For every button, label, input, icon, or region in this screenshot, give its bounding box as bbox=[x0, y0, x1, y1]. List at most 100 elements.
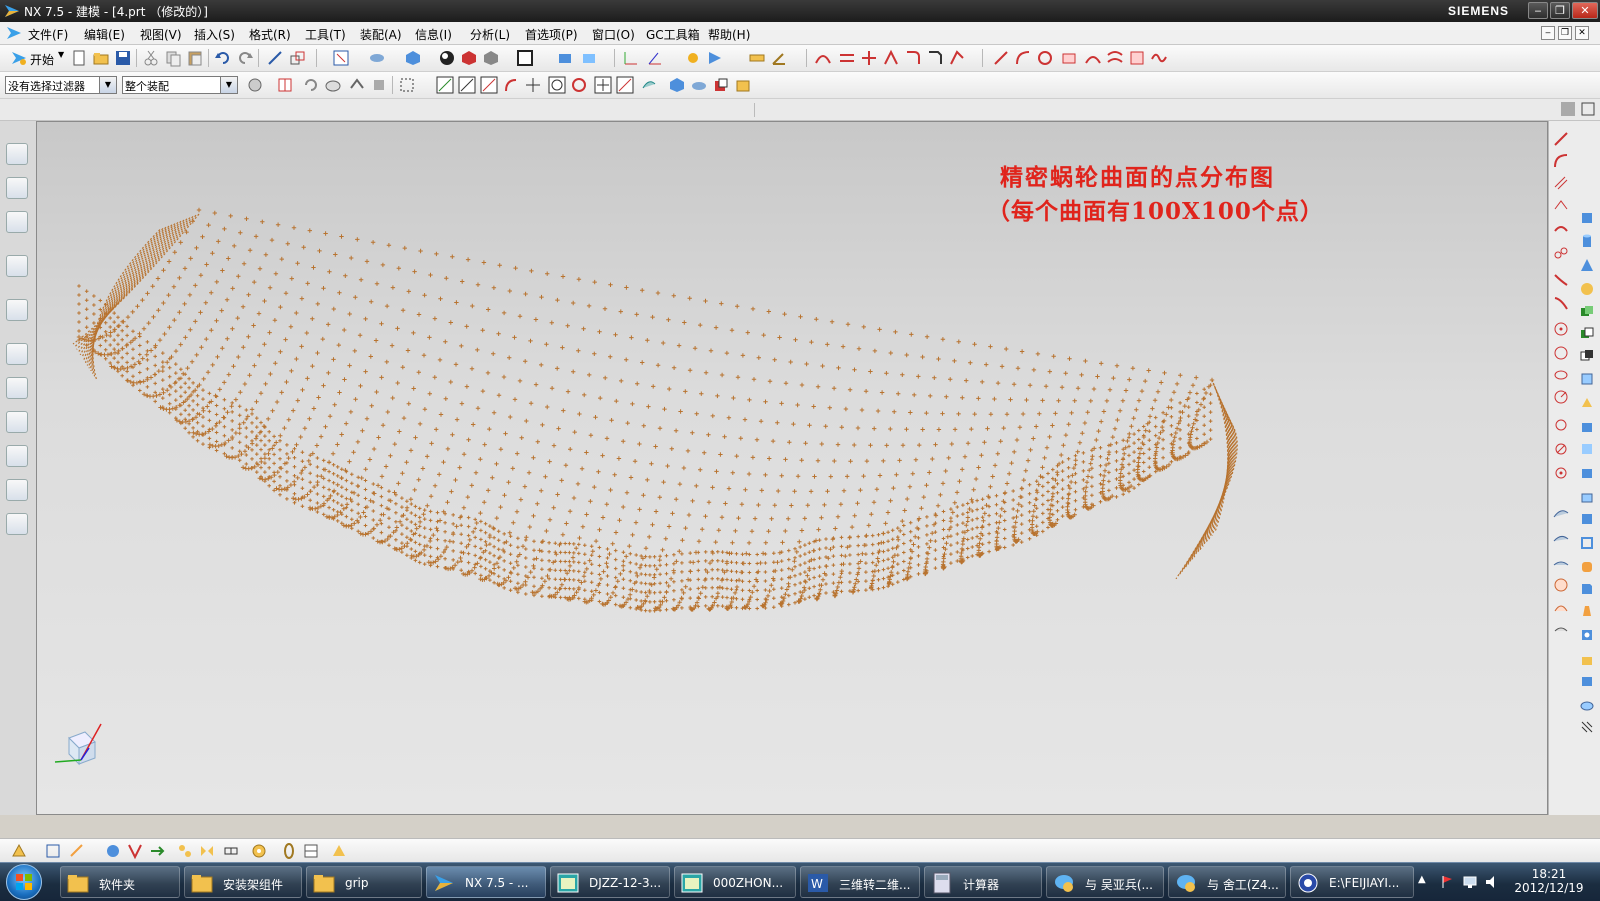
point-tool-icon[interactable] bbox=[1553, 321, 1569, 337]
select-component-icon[interactable] bbox=[370, 76, 388, 94]
mirror-icon[interactable] bbox=[198, 842, 216, 860]
line-icon[interactable] bbox=[992, 49, 1010, 67]
open-folder-icon[interactable] bbox=[92, 49, 110, 67]
move-layer-icon[interactable] bbox=[580, 49, 598, 67]
cone-icon[interactable] bbox=[1579, 257, 1595, 273]
arrow-point-icon[interactable] bbox=[706, 49, 724, 67]
component-icon[interactable] bbox=[668, 76, 686, 94]
snap-endpoint-icon[interactable] bbox=[436, 76, 454, 94]
boolean-intersect-icon[interactable] bbox=[1579, 347, 1595, 363]
rectangle-select-icon[interactable] bbox=[398, 76, 416, 94]
ellipse-icon[interactable] bbox=[1553, 367, 1569, 383]
snap-toggle-icon[interactable] bbox=[10, 842, 28, 860]
menu-window[interactable]: 窗口(O) bbox=[592, 26, 635, 43]
taskbar-button[interactable]: 软件夹 bbox=[60, 866, 180, 898]
gear-icon[interactable] bbox=[250, 842, 268, 860]
groove-icon[interactable] bbox=[1579, 697, 1595, 713]
offset-face-icon[interactable] bbox=[1579, 419, 1595, 435]
taskbar-button[interactable]: DJZZ-12-3... bbox=[550, 866, 670, 898]
box-display-icon[interactable] bbox=[482, 49, 500, 67]
trim-curve-icon[interactable] bbox=[838, 49, 856, 67]
menu-view[interactable]: 视图(V) bbox=[140, 26, 182, 43]
law-curve-icon[interactable] bbox=[1553, 295, 1569, 311]
worm-gear-point-cloud[interactable] bbox=[37, 122, 1547, 814]
helix-icon[interactable] bbox=[1553, 271, 1569, 287]
history-icon[interactable] bbox=[6, 343, 28, 365]
pattern-icon[interactable] bbox=[176, 842, 194, 860]
menu-information[interactable]: 信息(I) bbox=[415, 26, 452, 43]
arc-icon[interactable] bbox=[1014, 49, 1032, 67]
snap-midpoint-icon[interactable] bbox=[480, 76, 498, 94]
graphics-window[interactable]: 精密蜗轮曲面的点分布图 （每个曲面有100X100个点） bbox=[36, 121, 1548, 815]
menu-analysis[interactable]: 分析(L) bbox=[470, 26, 510, 43]
trim-body-icon[interactable] bbox=[1579, 465, 1595, 481]
new-file-icon[interactable] bbox=[70, 49, 88, 67]
taskbar-button[interactable]: W 三维转二维... bbox=[800, 866, 920, 898]
surface-tool-icon[interactable] bbox=[1553, 505, 1569, 521]
undo-icon[interactable] bbox=[214, 49, 232, 67]
assembly-icon[interactable] bbox=[690, 76, 708, 94]
measure-angle-icon[interactable] bbox=[770, 49, 788, 67]
fit-view-icon[interactable] bbox=[332, 49, 350, 67]
scale-body-icon[interactable] bbox=[1579, 441, 1595, 457]
start-dropdown-icon[interactable]: ▼ bbox=[58, 50, 64, 59]
block-icon[interactable] bbox=[1579, 209, 1595, 225]
emboss-icon[interactable] bbox=[1579, 395, 1595, 411]
doc-close-button[interactable]: ✕ bbox=[1575, 26, 1589, 40]
shaded-icon[interactable] bbox=[438, 49, 456, 67]
spline-icon[interactable] bbox=[1150, 49, 1168, 67]
project-curve-icon[interactable] bbox=[1553, 221, 1569, 237]
chamfer-icon[interactable] bbox=[1579, 581, 1595, 597]
extrude-icon[interactable] bbox=[1060, 49, 1078, 67]
roles-icon[interactable] bbox=[6, 479, 28, 501]
system-clock[interactable]: 18:21 2012/12/19 bbox=[1504, 867, 1594, 895]
chamfer-curve-icon[interactable] bbox=[926, 49, 944, 67]
windows-start-button[interactable] bbox=[6, 864, 42, 900]
snap-existing-point-icon[interactable] bbox=[594, 76, 612, 94]
wcs-orient-icon[interactable] bbox=[646, 49, 664, 67]
circle-tool-icon[interactable] bbox=[1553, 389, 1569, 405]
action-center-icon[interactable] bbox=[1440, 874, 1456, 890]
menu-edit[interactable]: 编辑(E) bbox=[84, 26, 125, 43]
taskbar-button[interactable]: E:\FEIJIAYI... bbox=[1290, 866, 1414, 898]
studio-surface-icon[interactable] bbox=[1553, 621, 1569, 637]
extract-body-icon[interactable] bbox=[1579, 371, 1595, 387]
part-navigator-icon[interactable] bbox=[6, 211, 28, 233]
ruled-surface-icon[interactable] bbox=[1553, 529, 1569, 545]
repeat-command-icon[interactable] bbox=[266, 49, 284, 67]
menu-insert[interactable]: 插入(S) bbox=[194, 26, 235, 43]
move-object-icon[interactable] bbox=[288, 49, 306, 67]
menu-tools[interactable]: 工具(T) bbox=[305, 26, 346, 43]
reference-set-icon[interactable] bbox=[712, 76, 730, 94]
circle-icon[interactable] bbox=[1036, 49, 1054, 67]
minimize-button[interactable]: ‒ bbox=[1528, 2, 1548, 19]
menu-file[interactable]: 文件(F) bbox=[28, 26, 68, 43]
taskbar-button[interactable]: 与 舍工(Z4... bbox=[1168, 866, 1286, 898]
thread-icon[interactable] bbox=[1579, 719, 1595, 735]
edit-curve-icon[interactable] bbox=[882, 49, 900, 67]
rotate-point-icon[interactable] bbox=[1553, 441, 1569, 457]
constraint-icon[interactable] bbox=[126, 842, 144, 860]
layout-icon[interactable] bbox=[1560, 101, 1576, 117]
boolean-unite-icon[interactable] bbox=[1579, 303, 1595, 319]
selection-scope-dropdown[interactable]: 整个装配 ▼ bbox=[122, 76, 238, 94]
link-icon[interactable] bbox=[222, 842, 240, 860]
package-icon[interactable] bbox=[734, 76, 752, 94]
mesh-surface-icon[interactable] bbox=[1128, 49, 1146, 67]
network-icon[interactable] bbox=[1462, 874, 1478, 890]
offset-curve-icon[interactable] bbox=[1553, 175, 1569, 191]
sketch-icon[interactable] bbox=[68, 842, 86, 860]
fillet-curve-icon[interactable] bbox=[904, 49, 922, 67]
menu-help[interactable]: 帮助(H) bbox=[708, 26, 750, 43]
close-button[interactable]: ✕ bbox=[1572, 2, 1598, 19]
render-style-icon[interactable] bbox=[404, 49, 422, 67]
snap-point-on-surface-icon[interactable] bbox=[640, 76, 658, 94]
doc-restore-button[interactable]: ❐ bbox=[1558, 26, 1572, 40]
edge-blend-icon[interactable] bbox=[1579, 559, 1595, 575]
maximize-button[interactable]: ❐ bbox=[1550, 2, 1570, 19]
boss-icon[interactable] bbox=[1579, 651, 1595, 667]
undo-selection-icon[interactable] bbox=[302, 76, 320, 94]
section-view-icon[interactable] bbox=[460, 49, 478, 67]
volume-icon[interactable] bbox=[1484, 874, 1500, 890]
cylinder-icon[interactable] bbox=[1579, 233, 1595, 249]
